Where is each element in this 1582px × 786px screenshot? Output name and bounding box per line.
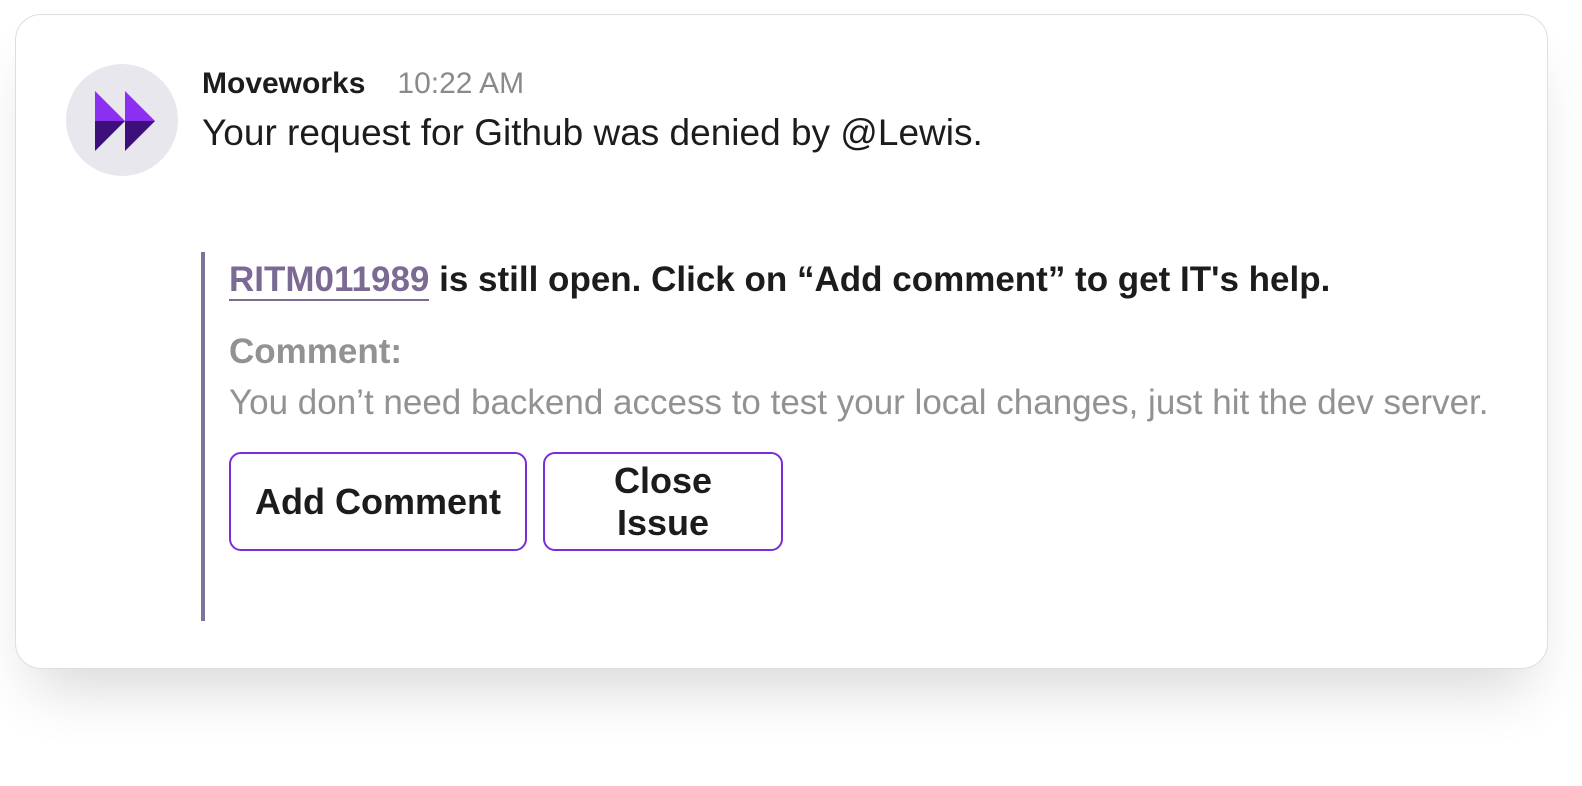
comment-label: Comment: [229, 332, 403, 371]
comment-text: You don’t need backend access to test yo… [229, 383, 1489, 422]
message-content: Moveworks 10:22 AM Your request for Gith… [202, 67, 1517, 155]
close-issue-button[interactable]: Close Issue [543, 452, 783, 551]
attachment-title: RITM011989 is still open. Click on “Add … [229, 258, 1511, 302]
avatar[interactable] [66, 64, 178, 176]
moveworks-logo-icon [95, 91, 155, 151]
ticket-attachment: RITM011989 is still open. Click on “Add … [201, 252, 1511, 621]
add-comment-button[interactable]: Add Comment [229, 452, 527, 551]
ticket-link[interactable]: RITM011989 [229, 260, 430, 301]
attachment-title-text: is still open. Click on “Add comment” to… [429, 260, 1331, 299]
message-card: Moveworks 10:22 AM Your request for Gith… [15, 14, 1548, 669]
message-text: Your request for Github was denied by @L… [202, 112, 983, 153]
sender-name[interactable]: Moveworks [202, 67, 365, 101]
action-buttons: Add Comment Close Issue [229, 452, 1511, 551]
message-header: Moveworks 10:22 AM [202, 67, 1517, 103]
message-timestamp[interactable]: 10:22 AM [397, 67, 524, 101]
